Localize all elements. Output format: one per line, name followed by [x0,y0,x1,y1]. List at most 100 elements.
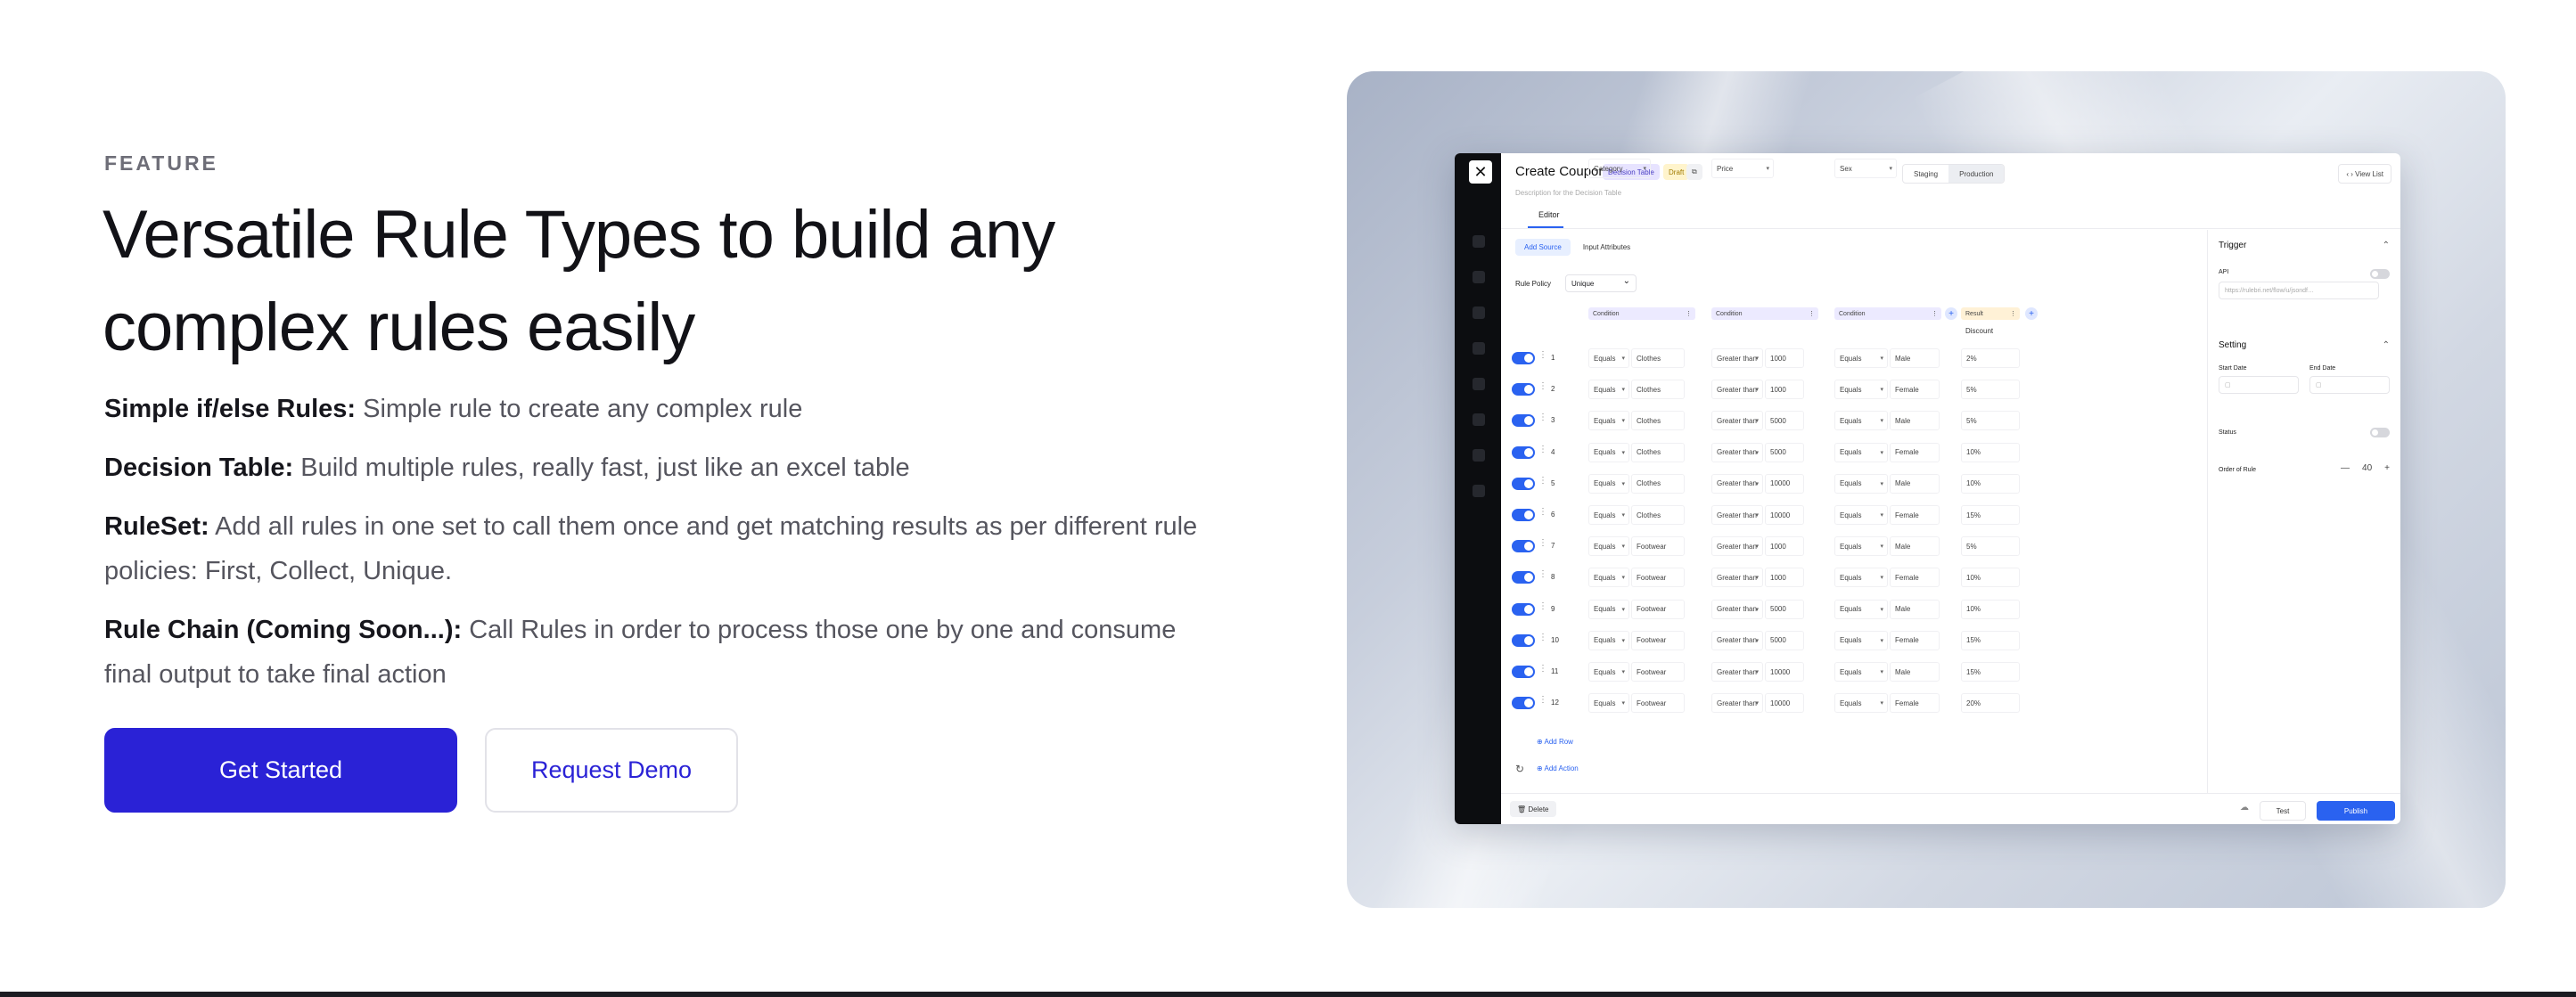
row-toggle[interactable] [1512,571,1535,584]
value-cell[interactable]: 1000 [1765,380,1804,400]
value-cell[interactable]: Male [1890,348,1940,368]
value-cell[interactable]: 10000 [1765,505,1804,525]
nav-icon[interactable] [1473,306,1485,319]
row-menu-icon[interactable]: ⋮ [1538,601,1547,611]
value-cell[interactable]: Female [1890,380,1940,400]
operator-select[interactable]: Equals [1834,348,1888,368]
row-toggle[interactable] [1512,445,1535,459]
operator-select[interactable]: Greater than [1711,473,1763,494]
operator-select[interactable]: Greater than [1711,662,1763,682]
more-icon[interactable]: ⋮ [1686,310,1692,317]
row-menu-icon[interactable]: ⋮ [1538,381,1547,391]
value-cell[interactable]: 10000 [1765,473,1804,494]
nav-icon[interactable] [1473,413,1485,426]
input-attributes-tab[interactable]: Input Attributes [1574,239,1639,256]
value-cell[interactable]: Female [1890,442,1940,462]
operator-select[interactable]: Equals [1834,630,1888,650]
value-cell[interactable]: 5000 [1765,442,1804,462]
row-menu-icon[interactable]: ⋮ [1538,413,1547,422]
value-cell[interactable]: 1000 [1765,568,1804,588]
column-header[interactable]: Result ⋮ [1961,307,2020,320]
row-menu-icon[interactable]: ⋮ [1538,538,1547,548]
row-menu-icon[interactable]: ⋮ [1538,695,1547,705]
operator-select[interactable]: Greater than [1711,442,1763,462]
value-cell[interactable]: 10% [1961,442,2020,462]
value-cell[interactable]: Footwear [1631,599,1685,619]
operator-select[interactable]: Equals [1834,599,1888,619]
copy-icon[interactable]: ⧉ [1686,164,1702,180]
get-started-button[interactable]: Get Started [104,728,457,813]
order-stepper[interactable]: — 40 + [2341,463,2390,473]
row-toggle[interactable] [1512,540,1535,553]
value-cell[interactable]: Footwear [1631,630,1685,650]
request-demo-button[interactable]: Request Demo [485,728,738,813]
tab-production[interactable]: Production [1948,165,2005,183]
row-menu-icon[interactable]: ⋮ [1538,664,1547,674]
value-cell[interactable]: Footwear [1631,536,1685,557]
row-menu-icon[interactable]: ⋮ [1538,633,1547,642]
operator-select[interactable]: Greater than [1711,693,1763,714]
nav-icon[interactable] [1473,449,1485,462]
nav-icon[interactable] [1473,271,1485,283]
operator-select[interactable]: Equals [1588,411,1629,431]
operator-select[interactable]: Equals [1588,473,1629,494]
value-cell[interactable]: Female [1890,693,1940,714]
value-cell[interactable]: 5000 [1765,411,1804,431]
more-icon[interactable]: ⋮ [1809,310,1815,317]
column-header[interactable]: Condition ⋮ [1711,307,1818,320]
close-icon[interactable]: ✕ [1469,160,1492,184]
value-cell[interactable]: Clothes [1631,411,1685,431]
value-cell[interactable]: 10% [1961,599,2020,619]
tab-editor[interactable]: Editor [1538,210,1560,219]
publish-button[interactable]: Publish [2317,801,2395,821]
value-cell[interactable]: 15% [1961,505,2020,525]
api-url-field[interactable]: https://rulebri.net/flow/u/jsondf… [2219,282,2379,299]
delete-button[interactable]: 🗑 Delete [1510,801,1556,817]
value-cell[interactable]: 5% [1961,411,2020,431]
column-header[interactable]: Condition ⋮ [1834,307,1941,320]
start-date-field[interactable]: ▢ [2219,376,2299,394]
value-cell[interactable]: Male [1890,536,1940,557]
operator-select[interactable]: Equals [1588,693,1629,714]
value-cell[interactable]: Footwear [1631,568,1685,588]
plus-icon[interactable]: + [2384,463,2390,473]
api-toggle[interactable] [2370,269,2390,279]
row-toggle[interactable] [1512,697,1535,710]
rule-policy-select[interactable]: Unique [1565,274,1637,292]
operator-select[interactable]: Greater than [1711,411,1763,431]
operator-select[interactable]: Greater than [1711,505,1763,525]
more-icon[interactable]: ⋮ [1932,310,1938,317]
operator-select[interactable]: Equals [1588,505,1629,525]
value-cell[interactable]: Female [1890,505,1940,525]
attribute-select[interactable]: Price [1711,159,1774,178]
operator-select[interactable]: Equals [1834,505,1888,525]
value-cell[interactable]: 5% [1961,536,2020,557]
row-toggle[interactable] [1512,477,1535,490]
operator-select[interactable]: Equals [1834,442,1888,462]
status-toggle[interactable] [2370,428,2390,437]
operator-select[interactable]: Equals [1588,599,1629,619]
add-row-button[interactable]: ⊕ Add Row [1537,738,1573,746]
operator-select[interactable]: Equals [1834,536,1888,557]
value-cell[interactable]: Male [1890,599,1940,619]
end-date-field[interactable]: ▢ [2309,376,2390,394]
row-menu-icon[interactable]: ⋮ [1538,507,1547,517]
operator-select[interactable]: Equals [1588,348,1629,368]
value-cell[interactable]: Footwear [1631,662,1685,682]
value-cell[interactable]: Clothes [1631,473,1685,494]
nav-icon[interactable] [1473,485,1485,497]
operator-select[interactable]: Greater than [1711,536,1763,557]
operator-select[interactable]: Equals [1588,380,1629,400]
value-cell[interactable]: Male [1890,411,1940,431]
value-cell[interactable]: Footwear [1631,693,1685,714]
nav-icon[interactable] [1473,378,1485,390]
value-cell[interactable]: 5000 [1765,599,1804,619]
tab-staging[interactable]: Staging [1903,165,1948,183]
add-action-button[interactable]: ⊕ Add Action [1537,764,1579,772]
row-toggle[interactable] [1512,633,1535,647]
chevron-up-icon[interactable]: ⌃ [2383,340,2390,350]
value-cell[interactable]: 15% [1961,630,2020,650]
operator-select[interactable]: Equals [1834,380,1888,400]
refresh-icon[interactable]: ↻ [1515,763,1524,775]
row-toggle[interactable] [1512,509,1535,521]
